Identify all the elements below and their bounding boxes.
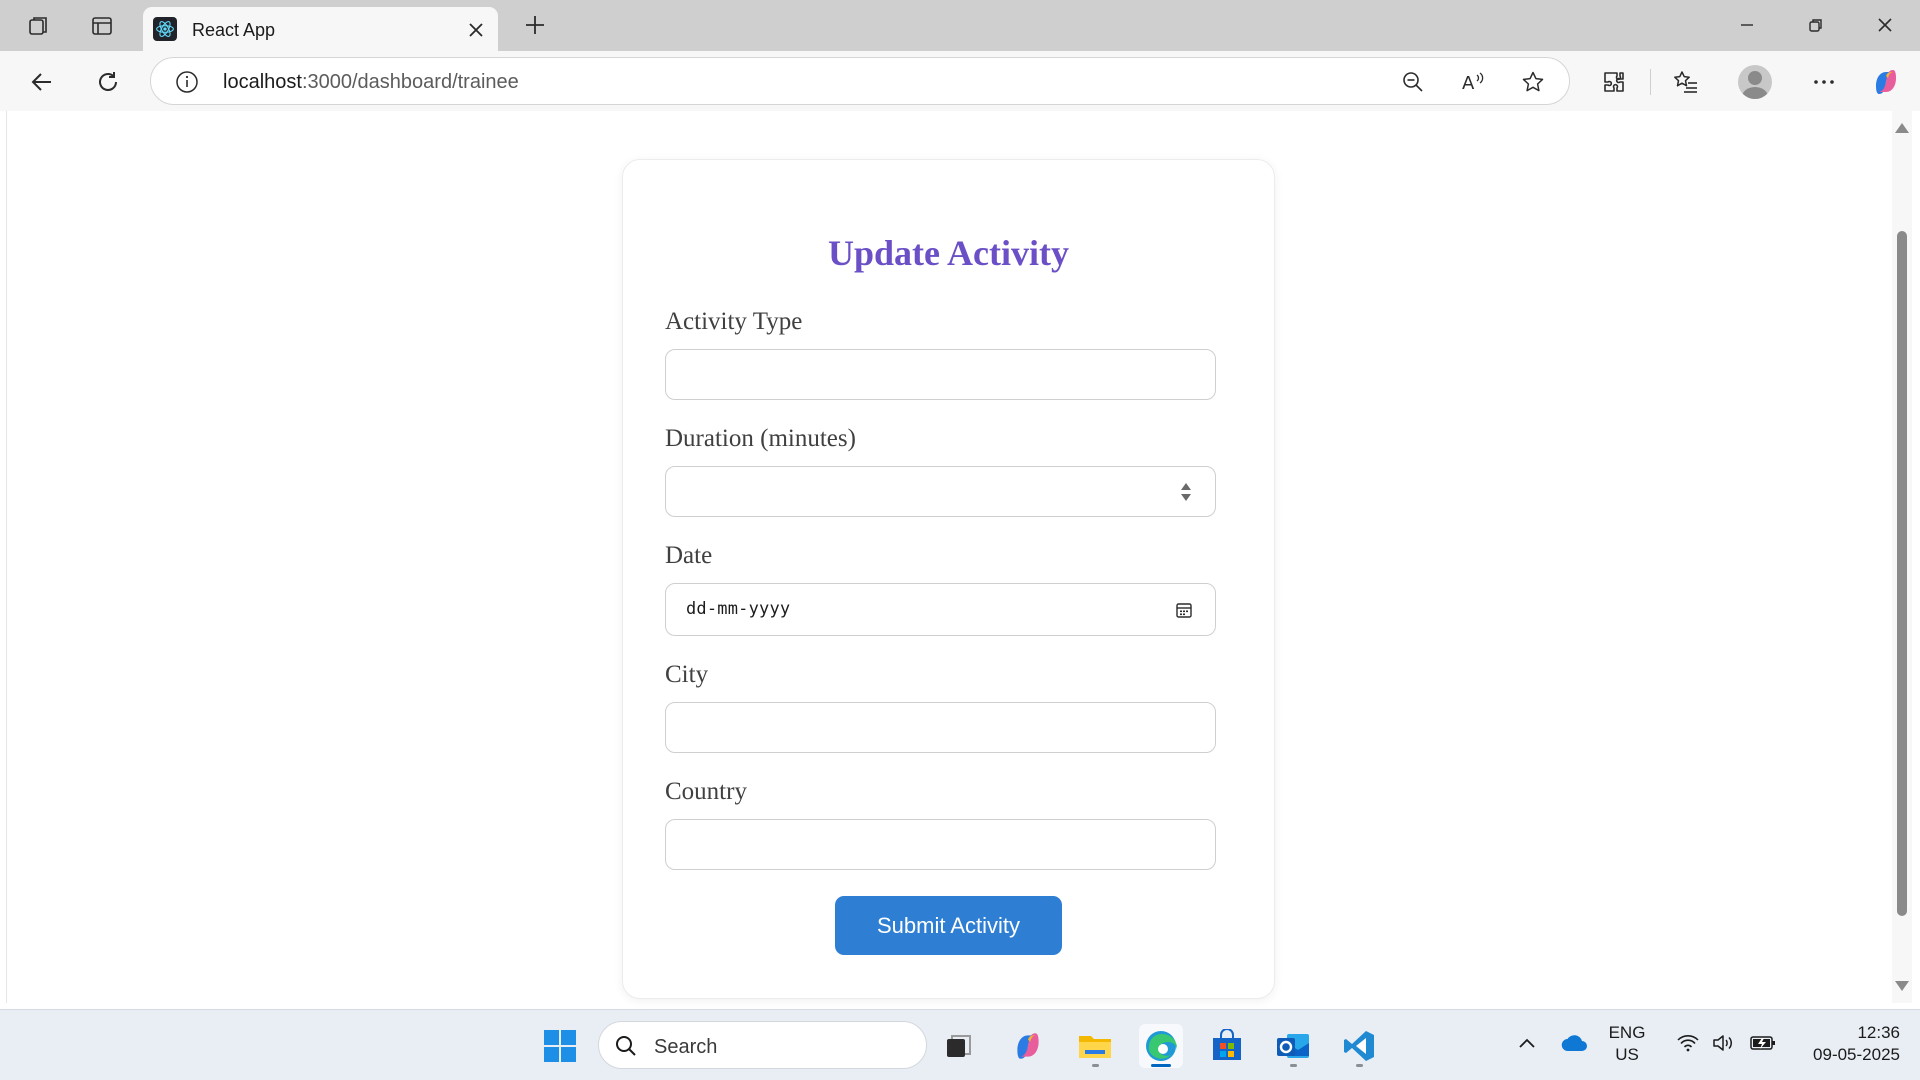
- input-language-indicator[interactable]: ENG US: [1602, 1022, 1652, 1066]
- number-spinner-icon[interactable]: [1179, 483, 1193, 503]
- url-path: :3000/dashboard/trainee: [301, 71, 519, 93]
- app-running-indicator: [1356, 1064, 1363, 1067]
- system-clock[interactable]: 12:36 09-05-2025: [1790, 1022, 1900, 1066]
- browser-title-bar: React App: [0, 0, 1920, 51]
- country-input[interactable]: [665, 819, 1216, 870]
- extensions-icon[interactable]: [1597, 65, 1631, 99]
- scroll-down-arrow-icon[interactable]: [1895, 981, 1909, 991]
- back-arrow-icon[interactable]: [25, 65, 59, 99]
- url-text[interactable]: localhost:3000/dashboard/trainee: [223, 71, 519, 94]
- form-title: Update Activity: [828, 233, 1069, 273]
- city-input[interactable]: [665, 702, 1216, 753]
- more-options-icon[interactable]: [1807, 65, 1841, 99]
- activity-type-label: Activity Type: [665, 308, 803, 335]
- browser-toolbar: localhost:3000/dashboard/trainee A: [0, 51, 1920, 111]
- react-logo-icon: [153, 17, 177, 41]
- date-input[interactable]: dd-mm-yyyy: [665, 583, 1216, 636]
- update-activity-card: Update Activity Activity Type Duration (…: [622, 159, 1275, 999]
- date-label: Date: [665, 542, 713, 569]
- windows-taskbar: Search ENG US 12:36 09-05-2025: [0, 1009, 1920, 1080]
- country-label: Country: [665, 778, 747, 805]
- new-tab-icon[interactable]: [521, 11, 549, 39]
- favorite-star-icon[interactable]: [1519, 68, 1547, 96]
- vertical-tabs-icon[interactable]: [89, 13, 115, 39]
- file-explorer-icon[interactable]: [1073, 1024, 1117, 1068]
- tab-title: React App: [192, 20, 276, 40]
- favorites-icon[interactable]: [1669, 65, 1703, 99]
- search-placeholder: Search: [654, 1036, 718, 1058]
- edge-icon[interactable]: [1139, 1024, 1183, 1068]
- microsoft-store-icon[interactable]: [1205, 1024, 1249, 1068]
- copilot-app-icon[interactable]: [1006, 1024, 1050, 1068]
- minimize-window-icon[interactable]: [1722, 8, 1772, 42]
- duration-input[interactable]: [665, 466, 1216, 517]
- read-aloud-icon[interactable]: A: [1460, 68, 1488, 96]
- show-hidden-icons-chevron-icon[interactable]: [1515, 1028, 1539, 1058]
- restore-window-icon[interactable]: [1791, 8, 1841, 42]
- page-scrollbar[interactable]: [1892, 111, 1912, 1003]
- onedrive-cloud-icon[interactable]: [1559, 1028, 1591, 1058]
- activity-type-input[interactable]: [665, 349, 1216, 400]
- app-running-indicator: [1092, 1064, 1099, 1067]
- close-window-icon[interactable]: [1860, 8, 1910, 42]
- date-placeholder: dd-mm-yyyy: [686, 599, 791, 619]
- workspaces-icon[interactable]: [26, 13, 52, 39]
- site-info-icon[interactable]: [175, 70, 199, 94]
- vscode-icon[interactable]: [1337, 1024, 1381, 1068]
- calendar-icon[interactable]: [1175, 601, 1193, 619]
- scroll-up-arrow-icon[interactable]: [1895, 123, 1909, 133]
- profile-avatar[interactable]: [1738, 65, 1772, 99]
- task-view-icon[interactable]: [937, 1024, 981, 1068]
- clock-time: 12:36: [1857, 1023, 1900, 1042]
- wifi-icon[interactable]: [1675, 1028, 1701, 1058]
- duration-label: Duration (minutes): [665, 425, 856, 452]
- clock-date: 09-05-2025: [1813, 1045, 1900, 1064]
- battery-charging-icon[interactable]: [1748, 1028, 1778, 1058]
- svg-text:A: A: [1462, 73, 1475, 94]
- region-code: US: [1615, 1045, 1639, 1064]
- outlook-icon[interactable]: [1271, 1024, 1315, 1068]
- volume-icon[interactable]: [1710, 1028, 1736, 1058]
- city-label: City: [665, 661, 709, 688]
- app-active-indicator: [1151, 1064, 1171, 1067]
- browser-tab-active[interactable]: React App: [143, 7, 498, 51]
- zoom-out-icon[interactable]: [1399, 68, 1427, 96]
- app-running-indicator: [1290, 1064, 1297, 1067]
- submit-activity-button[interactable]: Submit Activity: [835, 896, 1062, 955]
- close-tab-icon[interactable]: [465, 19, 487, 41]
- taskbar-search-box[interactable]: Search: [598, 1021, 927, 1069]
- copilot-icon[interactable]: [1869, 65, 1903, 99]
- search-icon: [614, 1034, 638, 1058]
- refresh-icon[interactable]: [91, 65, 125, 99]
- address-bar[interactable]: localhost:3000/dashboard/trainee A: [150, 57, 1570, 105]
- toolbar-divider: [1650, 69, 1651, 95]
- windows-start-icon[interactable]: [538, 1024, 582, 1068]
- url-host: localhost: [223, 71, 302, 93]
- scrollbar-thumb[interactable]: [1897, 231, 1907, 916]
- language-code: ENG: [1608, 1023, 1646, 1042]
